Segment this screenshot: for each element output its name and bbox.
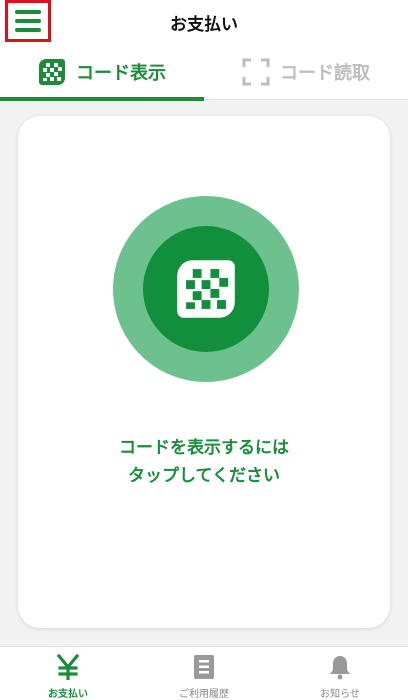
app-header: お支払い — [0, 0, 408, 44]
nav-item-notifications[interactable]: お知らせ — [272, 647, 408, 700]
code-display-card: コードを表示するには タップしてください — [18, 116, 390, 628]
qr-code-icon — [177, 260, 235, 318]
bell-icon — [330, 656, 350, 680]
scan-frame-icon — [242, 58, 270, 86]
show-code-button[interactable] — [113, 196, 299, 382]
tap-instruction: コードを表示するには タップしてください — [18, 434, 390, 490]
tab-label: コード表示 — [76, 63, 166, 84]
show-code-button-inner — [143, 226, 269, 352]
nav-label: ご利用履歴 — [179, 689, 229, 700]
tap-instruction-line2: タップしてください — [128, 466, 280, 486]
nav-label: お支払い — [48, 689, 88, 700]
history-document-icon — [194, 655, 214, 679]
tap-instruction-line1: コードを表示するには — [119, 438, 289, 458]
tab-bar: コード表示 コード読取 — [0, 44, 408, 101]
tab-code-display[interactable]: コード表示 — [0, 44, 204, 101]
nav-item-history[interactable]: ご利用履歴 — [136, 647, 272, 700]
nav-label: お知らせ — [320, 689, 360, 700]
bottom-navigation: お支払い ご利用履歴 お知らせ — [0, 646, 408, 700]
qr-code-icon — [39, 59, 65, 85]
nav-item-payment[interactable]: お支払い — [0, 647, 136, 700]
tab-label: コード読取 — [280, 63, 370, 84]
tab-code-scan[interactable]: コード読取 — [204, 44, 408, 100]
page-title: お支払い — [170, 15, 238, 35]
yen-icon — [56, 654, 80, 680]
